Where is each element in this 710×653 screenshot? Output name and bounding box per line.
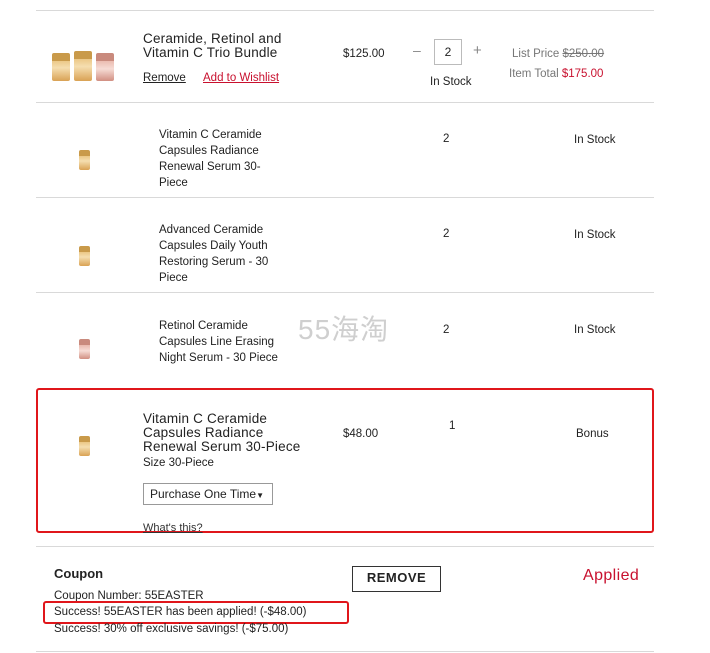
remove-link[interactable]: Remove <box>143 70 186 86</box>
capsule-jar-icon <box>79 339 90 359</box>
bundle-title-line: Ceramide, Retinol and <box>143 31 282 46</box>
dropdown-arrow-icon: ▼ <box>256 491 264 500</box>
purchase-option-select[interactable]: Purchase One Time▼ <box>143 483 273 505</box>
capsule-jar-icon <box>79 436 90 456</box>
remove-coupon-button[interactable]: REMOVE <box>352 566 441 592</box>
bonus-qty: 1 <box>449 420 456 432</box>
coupon-applied-status: Applied <box>583 567 640 584</box>
add-to-wishlist-link[interactable]: Add to Wishlist <box>203 70 279 86</box>
divider <box>36 546 654 547</box>
bonus-item-title[interactable]: Vitamin C Ceramide Capsules Radiance Ren… <box>143 412 300 454</box>
capsule-jar-icon <box>52 53 70 81</box>
whats-this-link[interactable]: What's this? <box>143 522 203 534</box>
capsule-jar-icon <box>74 51 92 81</box>
highlight-box <box>36 388 654 533</box>
bundle-price: $125.00 <box>343 48 385 60</box>
purchase-option-value: Purchase One Time <box>150 487 257 501</box>
divider <box>36 10 654 11</box>
coupon-heading: Coupon <box>54 566 104 581</box>
component-qty: 2 <box>443 133 450 145</box>
watermark-logo: 55海淘 <box>298 314 390 345</box>
bundle-stock-status: In Stock <box>430 76 472 88</box>
bonus-size: Size 30-Piece <box>143 457 214 469</box>
capsule-jar-icon <box>79 246 90 266</box>
bundle-title[interactable]: Ceramide, Retinol and Vitamin C Trio Bun… <box>143 32 282 60</box>
component-item-title: Advanced Ceramide Capsules Daily Youth R… <box>159 224 269 284</box>
divider <box>36 292 654 293</box>
coupon-success-message: Success! 55EASTER has been applied! (-$4… <box>54 606 307 618</box>
list-price-label: List Price <box>512 48 560 60</box>
component-item-title: Vitamin C Ceramide Capsules Radiance Ren… <box>159 129 262 189</box>
component-stock-status: In Stock <box>574 324 616 336</box>
divider <box>36 651 654 652</box>
list-price-value: $250.00 <box>562 48 605 60</box>
component-item-title: Retinol Ceramide Capsules Line Erasing N… <box>159 320 278 364</box>
component-qty: 2 <box>443 324 450 336</box>
bonus-status: Bonus <box>576 428 609 440</box>
qty-increment-button[interactable]: + <box>473 42 482 59</box>
item-total-label: Item Total <box>509 68 559 80</box>
bundle-title-line: Vitamin C Trio Bundle <box>143 45 278 60</box>
component-stock-status: In Stock <box>574 229 616 241</box>
component-stock-status: In Stock <box>574 134 616 146</box>
quantity-input[interactable]: 2 <box>434 39 462 65</box>
divider <box>36 197 654 198</box>
capsule-jar-icon <box>79 150 90 170</box>
bundle-product-image[interactable] <box>52 45 118 81</box>
bonus-price: $48.00 <box>343 428 379 440</box>
capsule-jar-icon <box>96 53 114 81</box>
component-qty: 2 <box>443 228 450 240</box>
divider <box>36 102 654 103</box>
item-total-value: $175.00 <box>561 68 604 80</box>
qty-decrement-button[interactable]: – <box>413 42 421 58</box>
coupon-success-message: Success! 30% off exclusive savings! (-$7… <box>54 623 289 635</box>
